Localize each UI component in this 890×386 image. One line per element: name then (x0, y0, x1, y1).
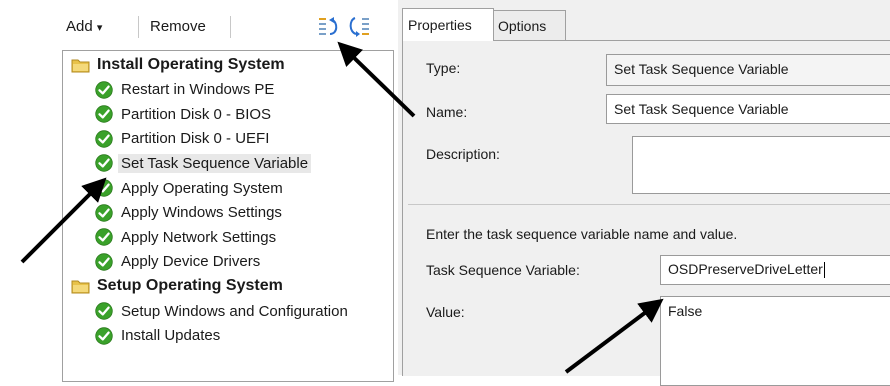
green-check-icon (95, 326, 113, 345)
name-label: Name: (426, 104, 468, 120)
toolbar-divider (138, 16, 139, 38)
tree-step[interactable]: Restart in Windows PE (95, 78, 274, 102)
tab-options[interactable]: Options (492, 10, 566, 41)
move-up-icon[interactable] (316, 14, 344, 40)
section-divider (408, 204, 890, 205)
tree-group[interactable]: Install Operating System (71, 53, 285, 77)
tree-item-label: Apply Windows Settings (121, 204, 282, 222)
green-check-icon (95, 203, 113, 222)
tree-step[interactable]: Apply Windows Settings (95, 201, 282, 225)
tree-step[interactable]: Install Updates (95, 324, 220, 348)
name-field[interactable]: Set Task Sequence Variable (606, 94, 890, 124)
task-sequence-tree: Install Operating System Restart in Windo… (62, 50, 394, 382)
tree-step[interactable]: Apply Device Drivers (95, 250, 260, 274)
tree-item-label: Install Updates (121, 327, 221, 345)
green-check-icon (95, 302, 113, 320)
tree-item-label: Install Operating System (97, 56, 285, 73)
tree-step[interactable]: Apply Network Settings (95, 225, 276, 249)
tree-item-label: Setup Operating System (97, 277, 283, 295)
tree-item-label: Apply Device Drivers (121, 253, 261, 271)
variable-label: Task Sequence Variable: (426, 262, 580, 278)
instruction-text: Enter the task sequence variable name an… (426, 226, 738, 242)
value-label: Value: (426, 304, 465, 320)
green-check-icon (95, 105, 113, 123)
value-field[interactable]: False (660, 296, 890, 386)
tree-step[interactable]: Partition Disk 0 - UEFI (95, 127, 269, 151)
tree-step[interactable]: Setup Windows and Configuration (95, 299, 348, 323)
tree-group[interactable]: Setup Operating System (71, 274, 283, 298)
tree-item-label: Apply Network Settings (121, 228, 277, 246)
tree-item-label: Partition Disk 0 - UEFI (121, 130, 270, 148)
green-check-icon (95, 253, 113, 271)
add-button[interactable]: Add ▾ (66, 18, 102, 35)
description-field[interactable] (632, 136, 890, 194)
add-button-label: Add (66, 18, 93, 35)
text-cursor (823, 262, 825, 279)
green-check-icon (95, 154, 113, 173)
folder-icon (71, 59, 90, 73)
variable-field[interactable]: OSDPreserveDriveLetter (660, 255, 890, 285)
tree-item-label: Set Task Sequence Variable (118, 153, 312, 173)
green-check-icon (95, 228, 113, 246)
tree-item-label: Partition Disk 0 - BIOS (121, 105, 272, 123)
chevron-down-icon: ▾ (96, 22, 103, 34)
tree-item-label: Restart in Windows PE (121, 81, 275, 99)
move-down-icon[interactable] (346, 14, 374, 40)
toolbar-divider (230, 16, 231, 38)
green-check-icon (95, 80, 113, 99)
tab-properties[interactable]: Properties (402, 8, 494, 41)
tree-step[interactable]: Partition Disk 0 - BIOS (95, 102, 271, 126)
description-label: Description: (426, 146, 500, 162)
type-label: Type: (426, 60, 461, 76)
remove-button[interactable]: Remove (150, 18, 206, 35)
green-check-icon (95, 179, 113, 197)
green-check-icon (95, 130, 113, 148)
tree-item-label: Setup Windows and Configuration (121, 302, 348, 320)
folder-icon (71, 280, 90, 294)
tree-item-label: Apply Operating System (121, 179, 283, 197)
tree-step[interactable]: Set Task Sequence Variable (95, 151, 312, 175)
task-sequence-toolbar: Add ▾ Remove (62, 8, 390, 44)
type-field: Set Task Sequence Variable (606, 54, 890, 86)
variable-field-text: OSDPreserveDriveLetter (668, 261, 823, 277)
tree-step[interactable]: Apply Operating System (95, 176, 283, 200)
